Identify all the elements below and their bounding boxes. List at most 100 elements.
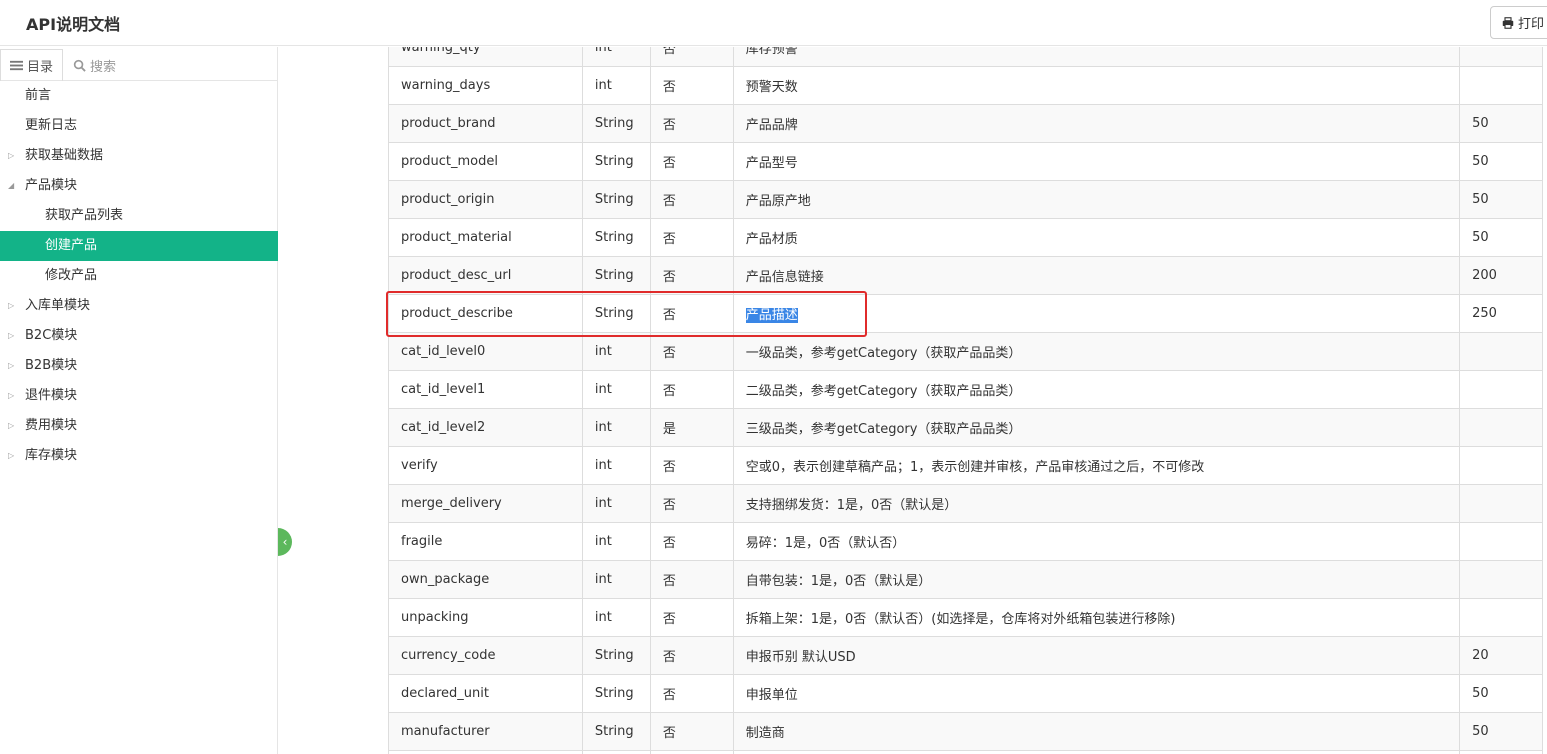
cell-text: product_model (401, 154, 498, 169)
cell-text: 一级品类，参考getCategory（获取产品品类） (745, 346, 1022, 361)
top-header: API说明文档 打印 (0, 0, 1547, 46)
sidebar-collapse-handle[interactable]: ‹ (278, 528, 292, 556)
table-cell: String (581, 180, 651, 219)
cell-text: fragile (401, 534, 443, 549)
nav-tree: 前言 更新日志 ▷ 获取基础数据 ◢ 产品模块 获取产品列表 创建产品 修改产品 ▷ 入库单模块 ▷ B… (0, 81, 278, 471)
sidebar-item[interactable]: ▷ 获取基础数据 (0, 141, 278, 171)
table-cell (388, 750, 583, 754)
cell-text: 库存预警 (745, 47, 798, 57)
sidebar-item[interactable]: 修改产品 (0, 261, 278, 291)
sidebar-item[interactable]: 获取产品列表 (0, 201, 278, 231)
cell-text: 否 (662, 156, 676, 171)
table-cell: 申报币别 默认USD (732, 636, 1461, 675)
cell-text: 产品描述 (745, 308, 798, 323)
tab-search[interactable]: 搜索 (63, 49, 278, 81)
caret-right-icon[interactable]: ▷ (8, 321, 14, 351)
table-row: product_origin String 否 产品原产地 50 (388, 180, 1543, 219)
cell-text: declared_unit (401, 686, 489, 701)
table-cell: 50 (1459, 104, 1543, 143)
cell-text: 否 (662, 688, 676, 703)
cell-text: 50 (1472, 116, 1489, 131)
print-button[interactable]: 打印 (1490, 6, 1547, 39)
cell-text: 否 (662, 384, 676, 399)
sidebar-item-label: B2B模块 (25, 358, 78, 373)
cell-text: 否 (662, 460, 676, 475)
sidebar-tabs: 目录 搜索 (0, 49, 278, 81)
table-cell: product_material (388, 218, 583, 257)
cell-text: int (594, 344, 612, 359)
table-cell: product_origin (388, 180, 583, 219)
cell-text: int (594, 610, 612, 625)
chevron-left-icon: ‹ (282, 535, 288, 549)
cell-text: 否 (662, 726, 676, 741)
table-cell: 否 (649, 66, 734, 105)
sidebar-item-label: 更新日志 (25, 118, 78, 133)
caret-right-icon[interactable]: ▷ (8, 411, 14, 441)
table-cell (1459, 370, 1543, 409)
table-row: product_material String 否 产品材质 50 (388, 218, 1543, 257)
caret-right-icon[interactable]: ▷ (8, 291, 14, 321)
table-cell (581, 750, 651, 754)
caret-right-icon[interactable]: ▷ (8, 441, 14, 471)
cell-text: String (594, 154, 634, 169)
cell-text: warning_days (401, 78, 491, 93)
table-cell (1459, 47, 1543, 67)
cell-text: 否 (662, 574, 676, 589)
table-cell: 产品材质 (732, 218, 1461, 257)
table-cell: product_describe (388, 294, 583, 333)
table-cell: 否 (649, 370, 734, 409)
cell-text: 否 (662, 612, 676, 627)
table-cell: 50 (1459, 674, 1543, 713)
sidebar-item[interactable]: 创建产品 (0, 231, 278, 261)
table-row (388, 750, 1543, 754)
sidebar-item[interactable]: 更新日志 (0, 111, 278, 141)
table-cell: 50 (1459, 712, 1543, 751)
table-cell: manufacturer (388, 712, 583, 751)
cell-text: cat_id_level2 (401, 420, 486, 435)
cell-text: 50 (1472, 230, 1489, 245)
table-cell: 否 (649, 256, 734, 295)
table-cell: int (581, 560, 651, 599)
table-row: cat_id_level2 int 是 三级品类，参考getCategory（获取产品… (388, 408, 1543, 447)
cell-text: 50 (1472, 192, 1489, 207)
table-cell: String (581, 218, 651, 257)
cell-text: 支持捆绑发货：1是，0否（默认是） (745, 498, 958, 513)
table-cell: 产品原产地 (732, 180, 1461, 219)
sidebar-item[interactable]: ◢ 产品模块 (0, 171, 278, 201)
cell-text: 否 (662, 650, 676, 665)
table-cell: int (581, 446, 651, 485)
cell-text: String (594, 116, 634, 131)
cell-text: 200 (1472, 268, 1497, 283)
cell-text: String (594, 192, 634, 207)
caret-right-icon[interactable]: ▷ (8, 141, 14, 171)
print-label: 打印 (1518, 16, 1545, 31)
sidebar-item[interactable]: ▷ B2B模块 (0, 351, 278, 381)
cell-text: String (594, 306, 634, 321)
cell-text: 否 (662, 232, 676, 247)
sidebar-item-label: 获取基础数据 (25, 148, 104, 163)
cell-text: product_origin (401, 192, 495, 207)
sidebar-item[interactable]: ▷ 退件模块 (0, 381, 278, 411)
caret-down-icon[interactable]: ◢ (8, 171, 14, 201)
cell-text: 否 (662, 80, 676, 95)
table-cell: product_model (388, 142, 583, 181)
table-cell: 自带包装：1是，0否（默认是） (732, 560, 1461, 599)
cell-text: 50 (1472, 686, 1489, 701)
sidebar-item[interactable]: ▷ 费用模块 (0, 411, 278, 441)
tab-toc[interactable]: 目录 (0, 49, 63, 81)
sidebar-item[interactable]: ▷ 入库单模块 (0, 291, 278, 321)
sidebar-item[interactable]: 前言 (0, 81, 278, 111)
cell-text: String (594, 230, 634, 245)
cell-text: 产品原产地 (745, 194, 811, 209)
caret-right-icon[interactable]: ▷ (8, 381, 14, 411)
table-cell: warning_qty (388, 47, 583, 67)
cell-text: 产品材质 (745, 232, 798, 247)
cell-text: 否 (662, 270, 676, 285)
sidebar-item[interactable]: ▷ B2C模块 (0, 321, 278, 351)
table-cell: 否 (649, 218, 734, 257)
sidebar-item[interactable]: ▷ 库存模块 (0, 441, 278, 471)
caret-right-icon[interactable]: ▷ (8, 351, 14, 381)
cell-text: cat_id_level1 (401, 382, 486, 397)
cell-text: 是 (662, 422, 676, 437)
table-cell: 200 (1459, 256, 1543, 295)
